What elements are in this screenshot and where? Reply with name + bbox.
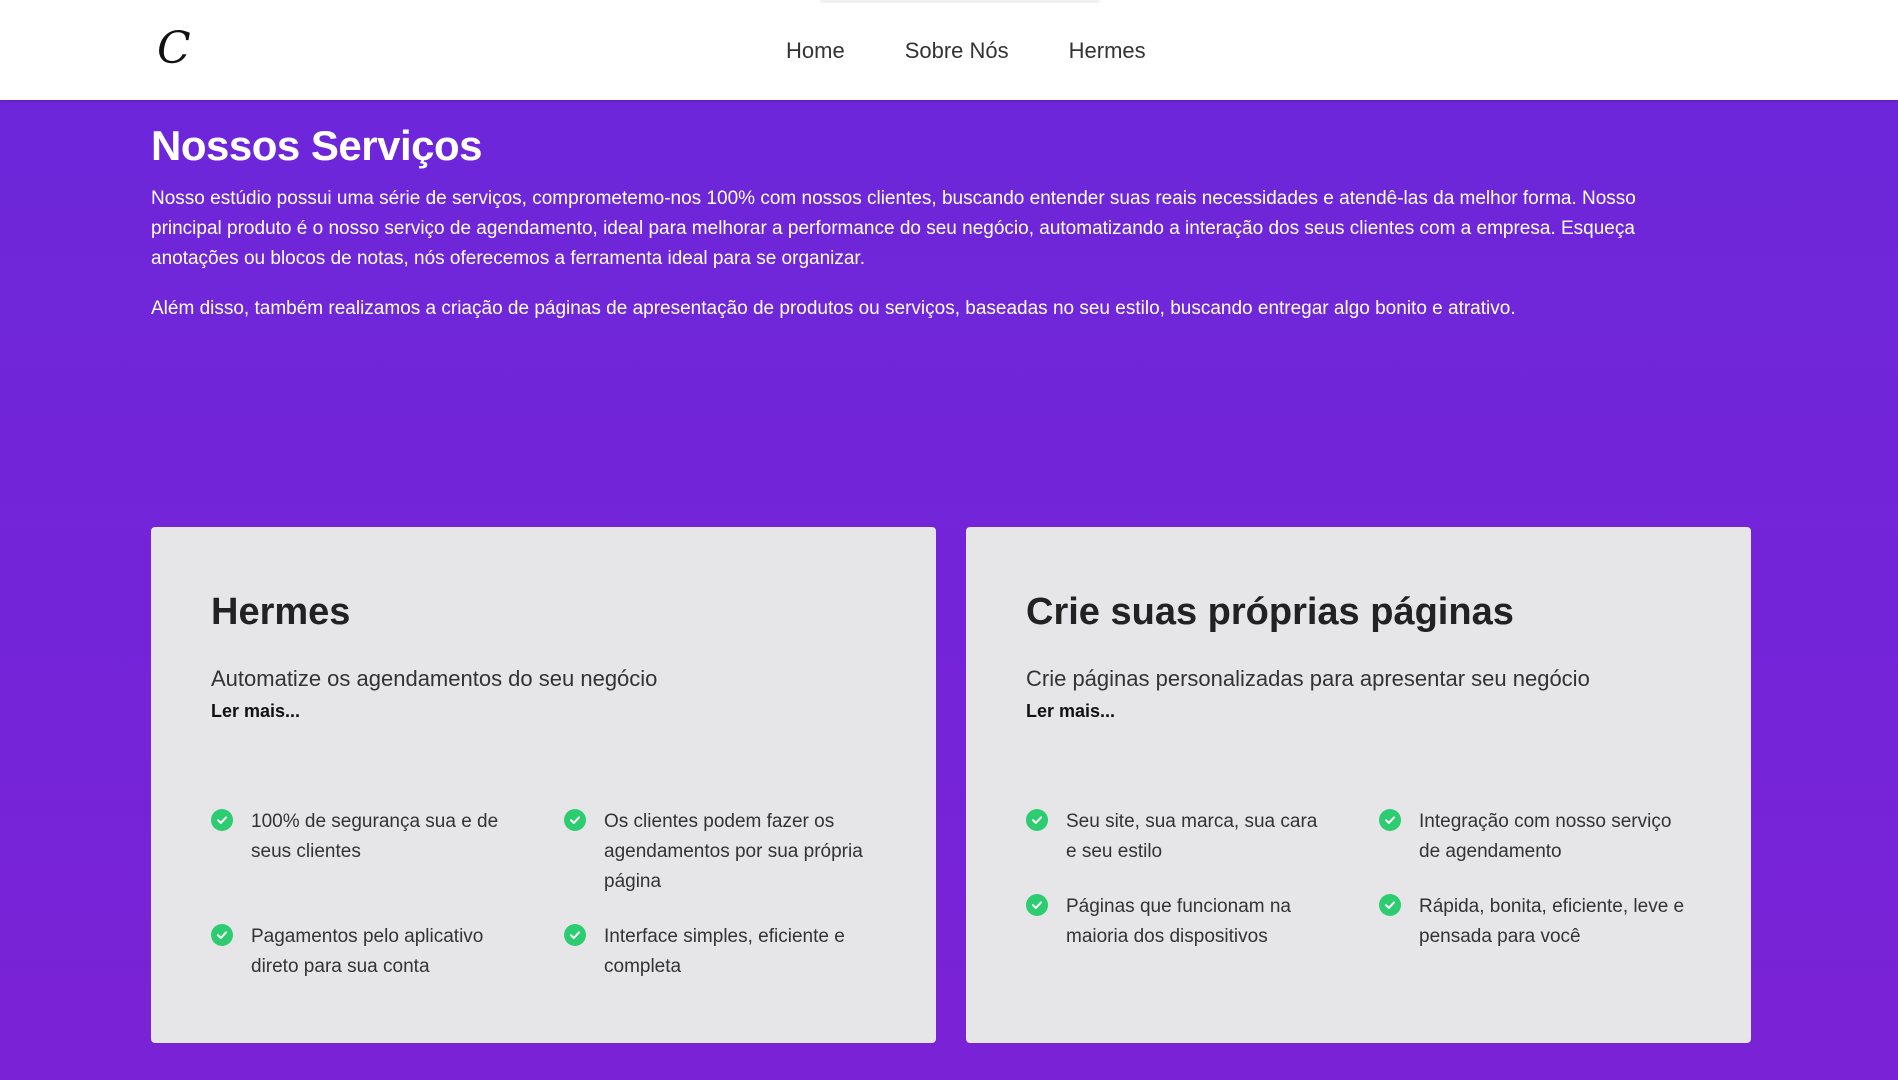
feature-item: Os clientes podem fazer os agendamentos … (564, 807, 864, 897)
nav-links: Home Sobre Nós Hermes (786, 36, 1206, 66)
feature-text: 100% de segurança sua e de seus clientes (251, 811, 499, 862)
card-title: Hermes (211, 591, 351, 633)
intro-paragraph-2: Além disso, também realizamos a criação … (151, 298, 1516, 319)
check-circle-icon (211, 809, 233, 831)
feature-text: Páginas que funcionam na maioria dos dis… (1066, 896, 1291, 947)
feature-item: Seu site, sua marca, sua cara e seu esti… (1026, 807, 1326, 867)
brand-logo[interactable]: C (157, 22, 197, 76)
feature-text: Seu site, sua marca, sua cara e seu esti… (1066, 811, 1318, 862)
service-card-hermes: Hermes Automatize os agendamentos do seu… (151, 527, 936, 1043)
feature-text: Interface simples, eficiente e completa (604, 926, 845, 977)
feature-item: Rápida, bonita, eficiente, leve e pensad… (1379, 892, 1689, 952)
card-subtitle: Automatize os agendamentos do seu negóci… (211, 666, 658, 691)
service-card-pages: Crie suas próprias páginas Crie páginas … (966, 527, 1751, 1043)
feature-item: 100% de segurança sua e de seus clientes (211, 807, 511, 867)
check-circle-icon (1379, 894, 1401, 916)
check-circle-icon (1026, 809, 1048, 831)
top-navbar: C Home Sobre Nós Hermes (0, 0, 1898, 100)
page-title: Nossos Serviços (151, 122, 483, 169)
feature-item: Pagamentos pelo aplicativo direto para s… (211, 922, 511, 982)
check-circle-icon (1026, 894, 1048, 916)
card-subtitle: Crie páginas personalizadas para apresen… (1026, 666, 1590, 691)
card-title: Crie suas próprias páginas (1026, 591, 1514, 633)
feature-text: Integração com nosso serviço de agendame… (1419, 811, 1672, 862)
feature-item: Interface simples, eficiente e completa (564, 922, 864, 982)
nav-shadow-decoration (820, 0, 1100, 3)
check-circle-icon (1379, 809, 1401, 831)
read-more-link[interactable]: Ler mais... (211, 699, 300, 723)
feature-text: Rápida, bonita, eficiente, leve e pensad… (1419, 896, 1685, 947)
check-circle-icon (564, 924, 586, 946)
feature-item: Páginas que funcionam na maioria dos dis… (1026, 892, 1326, 952)
feature-text: Os clientes podem fazer os agendamentos … (604, 811, 863, 892)
feature-item: Integração com nosso serviço de agendame… (1379, 807, 1689, 867)
services-intro: Nossos Serviços Nosso estúdio possui uma… (151, 118, 1751, 324)
nav-link-sobre-nos[interactable]: Sobre Nós (905, 36, 1009, 66)
feature-text: Pagamentos pelo aplicativo direto para s… (251, 926, 484, 977)
intro-paragraph-1: Nosso estúdio possui uma série de serviç… (151, 188, 1636, 269)
check-circle-icon (564, 809, 586, 831)
check-circle-icon (211, 924, 233, 946)
nav-link-home[interactable]: Home (786, 36, 845, 66)
read-more-link[interactable]: Ler mais... (1026, 699, 1115, 723)
nav-link-hermes[interactable]: Hermes (1069, 36, 1146, 66)
